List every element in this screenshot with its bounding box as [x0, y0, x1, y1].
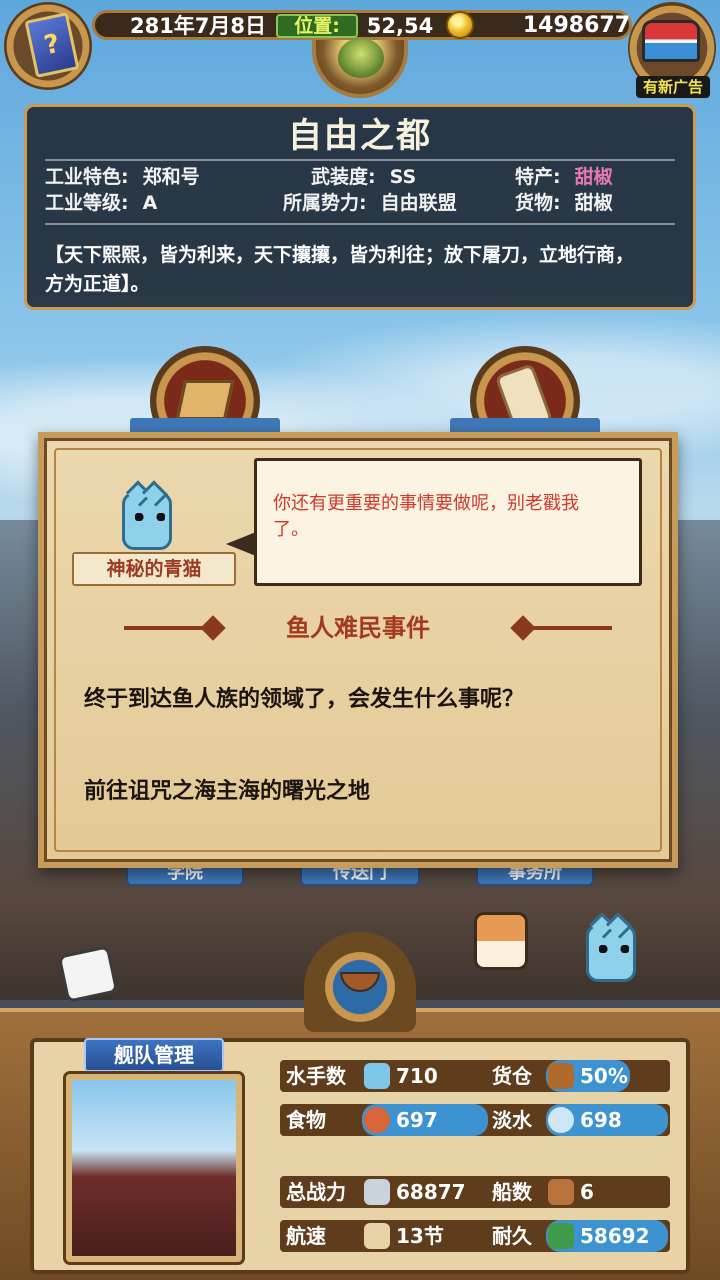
position-label: 位置: — [276, 14, 358, 38]
sailor-icon — [364, 1063, 390, 1089]
water-jug-icon — [548, 1107, 574, 1133]
dock-icon — [175, 380, 235, 420]
repair-anchor-icon — [548, 1223, 574, 1249]
power-label: 总战力 — [286, 1180, 346, 1204]
treasure-chest-icon — [642, 20, 700, 62]
cargo-label: 货仓 — [492, 1064, 532, 1088]
ship-icon — [340, 972, 380, 992]
water-label: 淡水 — [492, 1108, 532, 1132]
game-date: 281年7月8日 — [129, 14, 267, 38]
new-ad-badge: 有新广告 — [636, 76, 710, 98]
crossed-swords-icon — [364, 1179, 390, 1205]
goods-row: 货物: 甜椒 — [515, 191, 613, 215]
speaker-name-tag: 神秘的青猫 — [72, 552, 236, 586]
book-icon: ? — [24, 12, 80, 78]
gold-coin-icon — [446, 11, 474, 39]
goods-value: 甜椒 — [574, 192, 613, 214]
blue-cat-portrait — [122, 492, 172, 550]
event-dialog[interactable]: 神秘的青猫 你还有更重要的事情要做呢，别老戳我 了。 鱼人难民事件 终于到达鱼人… — [38, 432, 678, 868]
specialty-label: 特产: — [515, 166, 561, 188]
speech-line1: 你还有更重要的事情要做呢，别老戳我 — [273, 493, 579, 514]
cargo-crate-icon — [548, 1063, 574, 1089]
ships-label: 船数 — [492, 1180, 532, 1204]
goods-label: 货物: — [515, 192, 561, 214]
speech-bubble: 你还有更重要的事情要做呢，别老戳我 了。 — [254, 458, 642, 586]
armament-value: SS — [389, 166, 417, 188]
sailors-label: 水手数 — [286, 1064, 346, 1088]
cat-eyes — [135, 513, 165, 521]
specialty-value: 甜椒 — [574, 166, 613, 188]
event-description: 终于到达鱼人族的领域了，会发生什么事呢？ — [84, 687, 525, 712]
durability-label: 耐久 — [492, 1224, 532, 1248]
armament-row: 武装度: SS — [311, 165, 416, 189]
cat-eyes — [599, 945, 629, 953]
industry-level-label: 工业等级: — [45, 192, 129, 214]
faction-value: 自由联盟 — [380, 192, 457, 214]
meat-icon — [364, 1107, 390, 1133]
position-value: 52,54 — [366, 14, 434, 38]
industry-level-value: A — [142, 192, 158, 214]
city-name: 自由之都 — [288, 116, 432, 156]
sail-button[interactable] — [304, 932, 416, 1032]
city-description-line1: 【天下熙熙，皆为利来，天下攘攘，皆为利往；放下屠刀，立地行商， — [45, 244, 635, 266]
world-map-globe-button[interactable] — [312, 38, 408, 98]
industry-feature-value: 郑和号 — [142, 166, 200, 188]
city-description: 【天下熙熙，皆为利来，天下攘攘，皆为利往；放下屠刀，立地行商， 方为正道】。 — [45, 241, 681, 303]
industry-level-row: 工业等级: A — [45, 191, 157, 215]
boat-icon — [548, 1179, 574, 1205]
top-status-bar: 281年7月8日 位置: 52,54 1498677 ? 有新广告 — [0, 0, 720, 98]
event-destination: 前往诅咒之海主海的曙光之地 — [84, 779, 371, 804]
fleet-management-button[interactable]: 舰队管理 — [84, 1038, 224, 1072]
blue-cat-character[interactable] — [586, 924, 636, 982]
speech-bubble-text: 你还有更重要的事情要做呢，别老戳我 了。 — [273, 491, 629, 543]
armament-label: 武装度: — [311, 166, 376, 188]
divider-bottom — [45, 223, 675, 225]
title-flourish-right — [522, 626, 612, 630]
industry-feature-label: 工业特色: — [45, 166, 129, 188]
journal-book-button[interactable]: ? — [4, 2, 92, 90]
speed-label: 航速 — [286, 1224, 326, 1248]
faction-label: 所属势力: — [283, 192, 367, 214]
specialty-row: 特产: 甜椒 — [515, 165, 613, 189]
divider-top — [45, 159, 675, 161]
ship-portrait[interactable] — [63, 1071, 245, 1265]
speech-bubble-tail — [226, 532, 256, 556]
speech-line2: 了。 — [273, 519, 309, 540]
industry-feature-row: 工业特色: 郑和号 — [45, 165, 200, 189]
shiba-dog-character[interactable] — [474, 912, 528, 970]
sailboat-icon — [364, 1223, 390, 1249]
city-description-line2: 方为正道】。 — [45, 273, 150, 295]
food-label: 食物 — [286, 1108, 326, 1132]
faction-row: 所属势力: 自由联盟 — [283, 191, 457, 215]
gold-amount: 1498677 — [522, 13, 630, 38]
city-info-panel: 自由之都 工业特色: 郑和号 武装度: SS 特产: 甜椒 工业等级: A 所属势力: 自… — [24, 104, 696, 310]
